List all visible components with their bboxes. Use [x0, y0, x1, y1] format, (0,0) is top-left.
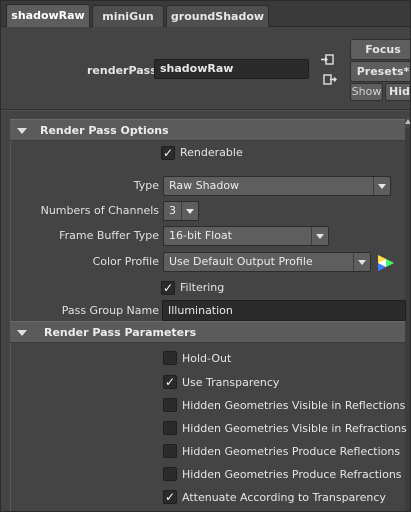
chevron-down-icon [353, 253, 370, 271]
section-title: Render Pass Options [40, 124, 169, 137]
use-transparency-checkbox[interactable]: ✓ [163, 375, 177, 389]
type-dropdown[interactable]: Raw Shadow [163, 176, 391, 196]
color-profile-value: Use Default Output Profile [169, 255, 313, 268]
tab-groundshadow[interactable]: groundShadow [166, 5, 269, 28]
filtering-label: Filtering [180, 281, 225, 294]
chevron-down-icon [311, 227, 328, 245]
renderable-label: Renderable [180, 146, 243, 159]
show-button[interactable]: Show [350, 83, 383, 101]
hidden-produce-refractions-label: Hidden Geometries Produce Refractions [182, 468, 402, 481]
frame-buffer-value: 16-bit Float [169, 229, 232, 242]
hidden-produce-refractions-checkbox[interactable] [163, 467, 177, 481]
presets-button[interactable]: Presets* [350, 61, 410, 82]
render-pass-parameters-header[interactable]: Render Pass Parameters [10, 321, 405, 343]
input-connection-icon[interactable] [319, 53, 335, 67]
attenuate-transparency-checkbox[interactable]: ✓ [163, 490, 177, 504]
chevron-down-icon [373, 177, 390, 195]
hidden-produce-reflections-label: Hidden Geometries Produce Reflections [182, 445, 401, 458]
hidden-visible-reflections-checkbox[interactable] [163, 398, 177, 412]
holdout-label: Hold-Out [182, 352, 232, 365]
tab-bar: shadowRaw miniGun groundShadow [1, 1, 410, 28]
channels-label: Numbers of Channels [40, 204, 159, 217]
section-indent-line [10, 343, 11, 511]
focus-button[interactable]: Focus [350, 39, 410, 60]
render-pass-label: renderPass: [87, 64, 162, 77]
collapse-triangle-icon[interactable] [17, 330, 27, 336]
hide-button[interactable]: Hid [385, 83, 410, 101]
section-title: Render Pass Parameters [44, 326, 197, 339]
pass-group-field[interactable]: Illumination [162, 300, 406, 321]
hidden-visible-reflections-label: Hidden Geometries Visible in Reflections [182, 399, 406, 412]
hidden-produce-reflections-checkbox[interactable] [163, 444, 177, 458]
frame-buffer-dropdown[interactable]: 16-bit Float [163, 226, 329, 246]
frame-buffer-label: Frame Buffer Type [59, 229, 159, 242]
use-transparency-label: Use Transparency [182, 376, 280, 389]
node-header: renderPass: shadowRaw Focus Presets* Sho… [1, 27, 410, 111]
tab-minigun[interactable]: miniGun [92, 5, 164, 28]
color-profile-dropdown[interactable]: Use Default Output Profile [163, 252, 371, 272]
scrollbar-track[interactable] [405, 129, 410, 511]
chevron-down-icon [181, 202, 198, 220]
attenuate-transparency-label: Attenuate According to Transparency [182, 491, 386, 504]
scroll-up-icon[interactable] [405, 119, 410, 124]
channels-dropdown[interactable]: 3 [163, 201, 199, 221]
tab-shadowraw[interactable]: shadowRaw [6, 4, 90, 28]
render-pass-options-header[interactable]: Render Pass Options [10, 119, 405, 141]
attribute-editor-panel: shadowRaw miniGun groundShadow renderPas… [0, 0, 411, 512]
hidden-visible-refractions-label: Hidden Geometries Visible in Refractions [182, 422, 407, 435]
collapse-triangle-icon[interactable] [17, 128, 27, 134]
header-divider [1, 109, 410, 111]
holdout-checkbox[interactable] [163, 351, 177, 365]
section-indent-line [10, 141, 11, 321]
render-pass-name-field[interactable]: shadowRaw [154, 59, 309, 79]
type-label: Type [133, 179, 159, 192]
type-value: Raw Shadow [169, 179, 240, 192]
output-connection-icon[interactable] [322, 73, 338, 87]
color-wheel-icon[interactable] [376, 253, 396, 273]
hidden-visible-refractions-checkbox[interactable] [163, 421, 177, 435]
filtering-checkbox[interactable]: ✓ [161, 281, 175, 295]
pass-group-label: Pass Group Name [61, 304, 159, 317]
renderable-checkbox[interactable]: ✓ [161, 146, 175, 160]
color-profile-label: Color Profile [92, 255, 159, 268]
channels-value: 3 [169, 204, 176, 217]
